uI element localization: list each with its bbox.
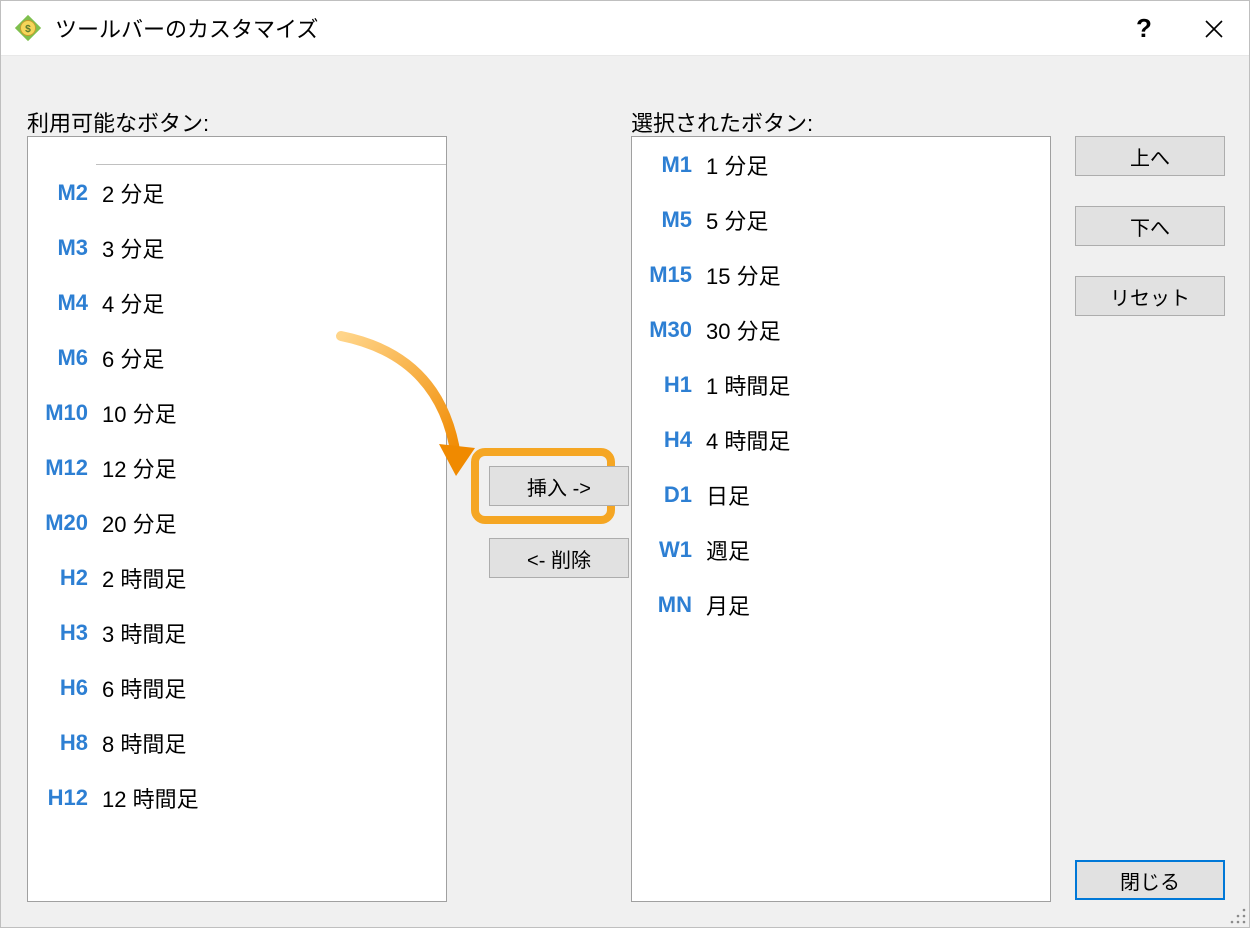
available-listbox[interactable]: M22 分足M33 分足M44 分足M66 分足M1010 分足M1212 分足… <box>27 136 447 902</box>
timeframe-code: H4 <box>632 427 700 453</box>
timeframe-code: M2 <box>28 180 96 206</box>
reset-button[interactable]: リセット <box>1075 276 1225 316</box>
timeframe-label: 2 分足 <box>96 177 164 209</box>
timeframe-code: M12 <box>28 455 96 481</box>
list-item[interactable]: M3030 分足 <box>632 302 1050 357</box>
list-item[interactable]: M1010 分足 <box>28 385 446 440</box>
timeframe-label: 4 時間足 <box>700 424 790 456</box>
separator-row <box>96 137 446 165</box>
insert-button-highlight: 挿入 -> <box>471 448 615 524</box>
timeframe-code: M6 <box>28 345 96 371</box>
app-icon: $ <box>13 13 43 43</box>
timeframe-label: 20 分足 <box>96 507 177 539</box>
timeframe-code: H6 <box>28 675 96 701</box>
timeframe-label: 2 時間足 <box>96 562 186 594</box>
move-up-button[interactable]: 上へ <box>1075 136 1225 176</box>
timeframe-code: M1 <box>632 152 700 178</box>
timeframe-code: M4 <box>28 290 96 316</box>
list-item[interactable]: H33 時間足 <box>28 605 446 660</box>
list-item[interactable]: M1515 分足 <box>632 247 1050 302</box>
list-item[interactable]: M1212 分足 <box>28 440 446 495</box>
svg-text:$: $ <box>25 24 31 35</box>
customize-toolbar-dialog: $ ツールバーのカスタマイズ ? 利用可能なボタン: 選択されたボタン: M22… <box>0 0 1250 928</box>
timeframe-code: M20 <box>28 510 96 536</box>
timeframe-label: 3 時間足 <box>96 617 186 649</box>
list-item[interactable]: H11 時間足 <box>632 357 1050 412</box>
list-item[interactable]: M33 分足 <box>28 220 446 275</box>
timeframe-label: 5 分足 <box>700 204 768 236</box>
list-item[interactable]: D1日足 <box>632 467 1050 522</box>
list-item[interactable]: H44 時間足 <box>632 412 1050 467</box>
timeframe-code: M3 <box>28 235 96 261</box>
titlebar: $ ツールバーのカスタマイズ ? <box>1 1 1249 56</box>
timeframe-label: 30 分足 <box>700 314 781 346</box>
timeframe-code: M30 <box>632 317 700 343</box>
list-item[interactable]: M66 分足 <box>28 330 446 385</box>
list-item[interactable]: MN月足 <box>632 577 1050 632</box>
available-buttons-label: 利用可能なボタン: <box>27 106 209 138</box>
timeframe-code: H12 <box>28 785 96 811</box>
timeframe-code: MN <box>632 592 700 618</box>
timeframe-code: M15 <box>632 262 700 288</box>
move-down-button[interactable]: 下へ <box>1075 206 1225 246</box>
list-item[interactable]: M44 分足 <box>28 275 446 330</box>
timeframe-label: 1 分足 <box>700 149 768 181</box>
timeframe-label: 3 分足 <box>96 232 164 264</box>
timeframe-label: 12 分足 <box>96 452 177 484</box>
list-item[interactable]: M55 分足 <box>632 192 1050 247</box>
timeframe-code: M5 <box>632 207 700 233</box>
selected-listbox[interactable]: M11 分足M55 分足M1515 分足M3030 分足H11 時間足H44 時… <box>631 136 1051 902</box>
timeframe-code: W1 <box>632 537 700 563</box>
insert-button[interactable]: 挿入 -> <box>489 466 629 506</box>
timeframe-label: 1 時間足 <box>700 369 790 401</box>
remove-button[interactable]: <- 削除 <box>489 538 629 578</box>
timeframe-label: 10 分足 <box>96 397 177 429</box>
timeframe-code: H3 <box>28 620 96 646</box>
list-item[interactable]: W1週足 <box>632 522 1050 577</box>
list-item[interactable]: H22 時間足 <box>28 550 446 605</box>
timeframe-label: 6 分足 <box>96 342 164 374</box>
close-window-button[interactable] <box>1179 1 1249 56</box>
timeframe-label: 8 時間足 <box>96 727 186 759</box>
timeframe-code: H8 <box>28 730 96 756</box>
help-button[interactable]: ? <box>1109 1 1179 56</box>
list-item[interactable]: H1212 時間足 <box>28 770 446 825</box>
list-item[interactable]: M22 分足 <box>28 165 446 220</box>
list-item[interactable]: M11 分足 <box>632 137 1050 192</box>
list-item[interactable]: M2020 分足 <box>28 495 446 550</box>
timeframe-code: H2 <box>28 565 96 591</box>
close-button[interactable]: 閉じる <box>1075 860 1225 900</box>
timeframe-label: 12 時間足 <box>96 782 199 814</box>
timeframe-label: 月足 <box>700 589 750 621</box>
timeframe-code: D1 <box>632 482 700 508</box>
list-item[interactable]: H88 時間足 <box>28 715 446 770</box>
timeframe-label: 週足 <box>700 534 750 566</box>
selected-buttons-label: 選択されたボタン: <box>631 106 813 138</box>
timeframe-label: 6 時間足 <box>96 672 186 704</box>
timeframe-code: M10 <box>28 400 96 426</box>
dialog-title: ツールバーのカスタマイズ <box>55 12 318 44</box>
timeframe-label: 日足 <box>700 479 750 511</box>
timeframe-label: 4 分足 <box>96 287 164 319</box>
resize-grip-icon[interactable] <box>1229 907 1247 925</box>
list-item[interactable]: H66 時間足 <box>28 660 446 715</box>
timeframe-code: H1 <box>632 372 700 398</box>
timeframe-label: 15 分足 <box>700 259 781 291</box>
